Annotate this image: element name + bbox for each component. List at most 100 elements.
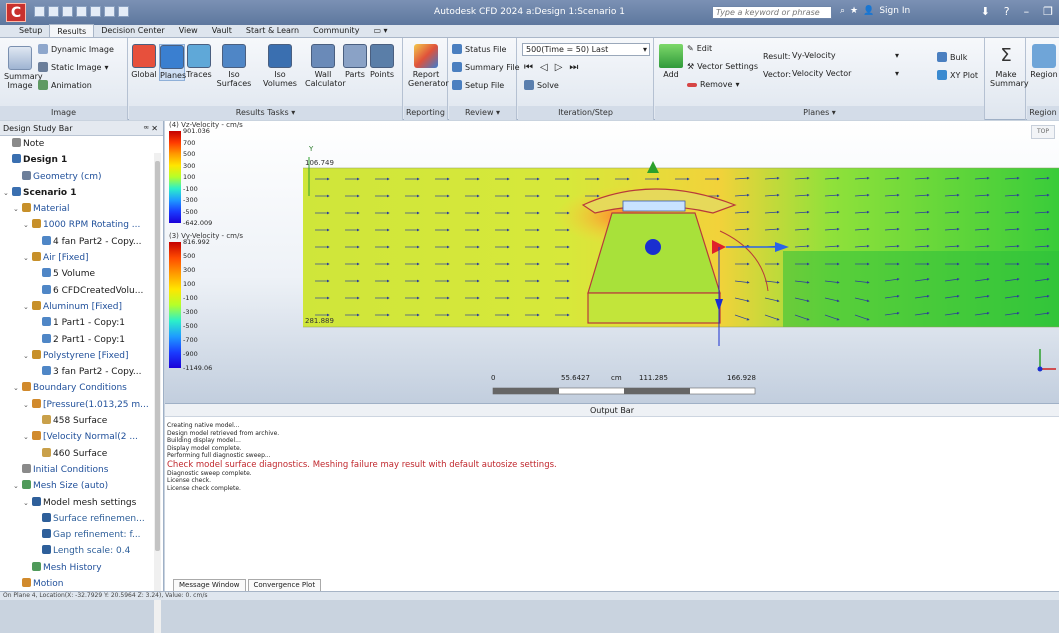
- y-axis-handle[interactable]: [647, 161, 659, 173]
- edit-plane-button[interactable]: ✎ Edit: [687, 44, 712, 53]
- prev-step-icon[interactable]: ◁: [540, 62, 548, 73]
- tree-node-icon: [32, 219, 41, 229]
- planes-label[interactable]: Planes ▾: [655, 106, 984, 120]
- first-step-icon[interactable]: ⏮: [524, 62, 533, 73]
- tree-item[interactable]: 2 Part1 - Copy:1: [0, 332, 151, 348]
- tree-item[interactable]: Note: [0, 136, 151, 152]
- iso-volumes-button[interactable]: Iso Volumes: [257, 44, 303, 88]
- parts-button[interactable]: Parts: [343, 44, 367, 79]
- output-tab-message-window[interactable]: Message Window: [173, 579, 246, 591]
- chevron-down-icon[interactable]: ⌄: [23, 495, 32, 511]
- help-icon[interactable]: ?: [1004, 5, 1010, 18]
- summary-image-button[interactable]: Summary Image: [4, 46, 43, 90]
- xy-plot-button[interactable]: XY Plot: [937, 70, 978, 80]
- graphics-viewport[interactable]: (4) Vz-Velocity - cm/s 901.036 700 500 300 1…: [165, 121, 1059, 403]
- iteration-select[interactable]: 500(Time = 50) Last: [522, 43, 650, 56]
- next-step-icon[interactable]: ▷: [555, 62, 563, 73]
- bulk-button[interactable]: Bulk: [937, 52, 967, 62]
- tree-item[interactable]: ⌄ Polystyrene [Fixed]: [0, 348, 151, 364]
- tree-item[interactable]: ⌄ 1000 RPM Rotating ...: [0, 217, 151, 233]
- tree-item[interactable]: 1 Part1 - Copy:1: [0, 315, 151, 331]
- user-icon[interactable]: 👤: [863, 6, 874, 16]
- points-button[interactable]: Points: [367, 44, 397, 79]
- setup-file-button[interactable]: Setup File: [452, 80, 504, 90]
- chevron-down-icon[interactable]: ⌄: [23, 217, 32, 233]
- static-image-button[interactable]: Static Image ▾: [38, 62, 109, 72]
- make-summary-button[interactable]: Σ Make Summary: [990, 44, 1029, 88]
- tree-item[interactable]: 460 Surface: [0, 446, 151, 462]
- minimize-button[interactable]: –: [1024, 5, 1030, 18]
- tab-start-learn[interactable]: Start & Learn: [239, 24, 306, 37]
- restore-button[interactable]: ❐: [1043, 5, 1053, 18]
- last-step-icon[interactable]: ⏭: [569, 62, 578, 73]
- tab-vault[interactable]: Vault: [205, 24, 239, 37]
- view-cube[interactable]: TOP: [1031, 125, 1055, 139]
- tree-item[interactable]: ⌄ Boundary Conditions: [0, 380, 151, 396]
- tree-item[interactable]: 3 fan Part2 - Copy...: [0, 364, 151, 380]
- tree-item[interactable]: Motion: [0, 576, 151, 591]
- remove-plane-button[interactable]: Remove ▾: [687, 80, 739, 89]
- tab-community[interactable]: Community: [306, 24, 366, 37]
- tree-scrollbar[interactable]: [154, 153, 161, 633]
- chevron-down-icon[interactable]: ⌄: [23, 429, 32, 445]
- tree-item[interactable]: ⌄ Scenario 1: [0, 185, 151, 201]
- tab-results[interactable]: Results: [49, 24, 95, 37]
- tree-item[interactable]: ⌄ [Pressure(1.013,25 m...: [0, 397, 151, 413]
- animation-button[interactable]: Animation: [38, 80, 92, 90]
- tab-overflow-icon[interactable]: ▭ ▾: [366, 24, 394, 37]
- cart-icon[interactable]: ⬇: [981, 5, 990, 18]
- region-button[interactable]: Region: [1029, 44, 1059, 79]
- results-tasks-label[interactable]: Results Tasks ▾: [129, 106, 402, 120]
- tab-decision-center[interactable]: Decision Center: [94, 24, 172, 37]
- close-icon[interactable]: ꟹ ✕: [144, 121, 158, 136]
- tree-item[interactable]: 5 Volume: [0, 266, 151, 282]
- summary-file-button[interactable]: Summary File: [452, 62, 520, 72]
- tree-item[interactable]: Surface refinemen...: [0, 511, 151, 527]
- favorites-icon[interactable]: ★: [850, 6, 858, 16]
- tree-item[interactable]: Length scale: 0.4: [0, 543, 151, 559]
- tree-item[interactable]: Gap refinement: f...: [0, 527, 151, 543]
- chevron-down-icon[interactable]: ⌄: [13, 380, 22, 396]
- dynamic-image-button[interactable]: Dynamic Image: [38, 44, 114, 54]
- tree-item[interactable]: Geometry (cm): [0, 169, 151, 185]
- tree-item[interactable]: ⌄ Air [Fixed]: [0, 250, 151, 266]
- search-input[interactable]: Type a keyword or phrase: [712, 6, 832, 19]
- binoculars-icon[interactable]: ⌕: [840, 6, 845, 16]
- chevron-down-icon[interactable]: ⌄: [3, 185, 12, 201]
- tree-item[interactable]: ⌄ Mesh Size (auto): [0, 478, 151, 494]
- tree-item[interactable]: ⌄ Model mesh settings: [0, 495, 151, 511]
- tree-item[interactable]: 458 Surface: [0, 413, 151, 429]
- vector-settings-button[interactable]: ⚒ Vector Settings: [687, 62, 758, 71]
- chevron-down-icon[interactable]: ⌄: [13, 201, 22, 217]
- wall-calculator-button[interactable]: Wall Calculator: [305, 44, 346, 88]
- vector-select[interactable]: Velocity Vector: [789, 68, 901, 81]
- tree-item[interactable]: Design 1: [0, 152, 151, 168]
- planes-button[interactable]: Planes: [159, 44, 186, 81]
- chevron-down-icon[interactable]: ⌄: [23, 250, 32, 266]
- global-button[interactable]: Global: [131, 44, 157, 79]
- output-tab-convergence-plot[interactable]: Convergence Plot: [247, 579, 322, 591]
- tree-item[interactable]: ⌄ Aluminum [Fixed]: [0, 299, 151, 315]
- iso-surfaces-button[interactable]: Iso Surfaces: [212, 44, 256, 88]
- review-label[interactable]: Review ▾: [449, 106, 516, 120]
- traces-button[interactable]: Traces: [186, 44, 212, 79]
- result-select[interactable]: Vy-Velocity: [789, 50, 901, 63]
- tree-item[interactable]: 6 CFDCreatedVolu...: [0, 283, 151, 299]
- tree-item[interactable]: ⌄ [Velocity Normal(2 ...: [0, 429, 151, 445]
- tree-item[interactable]: Initial Conditions: [0, 462, 151, 478]
- chevron-down-icon[interactable]: ⌄: [23, 397, 32, 413]
- add-plane-button[interactable]: Add: [659, 44, 683, 79]
- chevron-down-icon[interactable]: ⌄: [13, 478, 22, 494]
- sign-in-link[interactable]: Sign In: [879, 6, 910, 16]
- status-file-button[interactable]: Status File: [452, 44, 506, 54]
- report-generator-button[interactable]: Report Generator: [408, 44, 449, 88]
- solve-button[interactable]: Solve: [524, 80, 559, 90]
- chevron-down-icon[interactable]: ⌄: [23, 299, 32, 315]
- plane-center-marker[interactable]: [645, 239, 661, 255]
- chevron-down-icon[interactable]: ⌄: [23, 348, 32, 364]
- tree-item[interactable]: 4 fan Part2 - Copy...: [0, 234, 151, 250]
- tree-item[interactable]: Mesh History: [0, 560, 151, 576]
- tree-item[interactable]: ⌄ Material: [0, 201, 151, 217]
- tab-view[interactable]: View: [172, 24, 205, 37]
- tab-setup[interactable]: Setup: [12, 24, 49, 37]
